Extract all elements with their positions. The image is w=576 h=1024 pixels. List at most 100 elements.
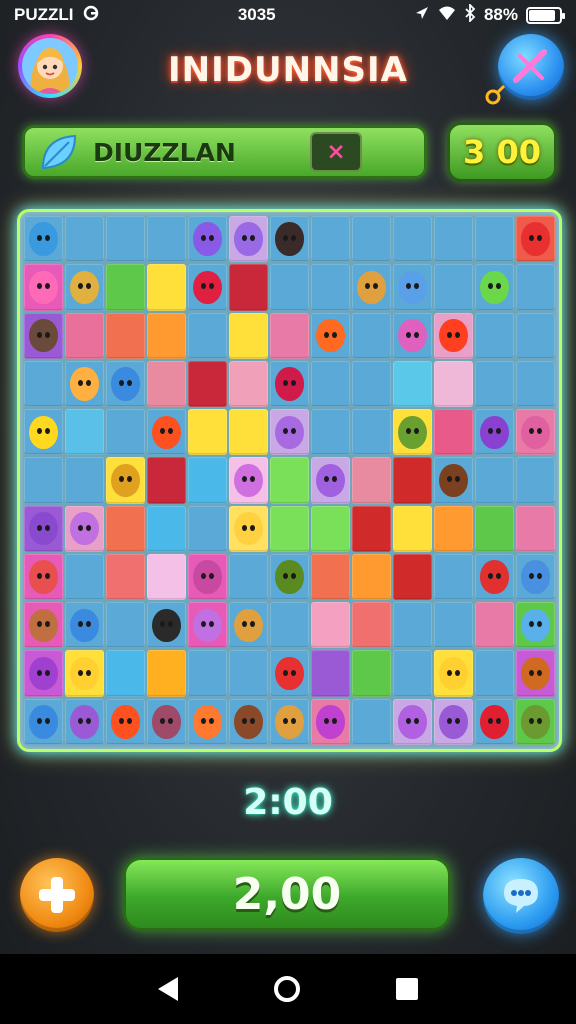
puzzle-piece[interactable]: [24, 264, 63, 311]
puzzle-piece[interactable]: [352, 312, 391, 359]
puzzle-piece[interactable]: [270, 650, 309, 697]
puzzle-piece[interactable]: [311, 457, 350, 504]
puzzle-piece[interactable]: [352, 216, 391, 263]
puzzle-piece[interactable]: [516, 409, 555, 456]
puzzle-piece[interactable]: [311, 698, 350, 745]
puzzle-piece[interactable]: [352, 360, 391, 408]
puzzle-piece[interactable]: [147, 409, 186, 456]
puzzle-piece[interactable]: [24, 312, 63, 359]
puzzle-piece[interactable]: [147, 553, 186, 601]
tools-button[interactable]: [498, 34, 564, 100]
puzzle-piece[interactable]: [393, 602, 432, 649]
puzzle-piece[interactable]: [434, 698, 473, 745]
puzzle-piece[interactable]: [147, 505, 186, 552]
puzzle-piece[interactable]: [475, 312, 514, 359]
puzzle-piece[interactable]: [270, 409, 309, 456]
puzzle-piece[interactable]: [229, 457, 268, 504]
puzzle-piece[interactable]: [311, 505, 350, 552]
puzzle-piece[interactable]: [393, 698, 432, 745]
puzzle-piece[interactable]: [188, 264, 227, 311]
puzzle-piece[interactable]: [229, 409, 268, 456]
puzzle-piece[interactable]: [311, 650, 350, 697]
puzzle-piece[interactable]: [24, 698, 63, 745]
puzzle-piece[interactable]: [188, 457, 227, 504]
puzzle-piece[interactable]: [516, 698, 555, 745]
puzzle-piece[interactable]: [24, 216, 63, 263]
puzzle-piece[interactable]: [270, 505, 309, 552]
back-icon[interactable]: [158, 977, 178, 1001]
puzzle-piece[interactable]: [106, 553, 145, 601]
puzzle-piece[interactable]: [393, 360, 432, 408]
puzzle-piece[interactable]: [516, 553, 555, 601]
puzzle-piece[interactable]: [229, 312, 268, 359]
puzzle-piece[interactable]: [106, 650, 145, 697]
puzzle-piece[interactable]: [393, 312, 432, 359]
puzzle-piece[interactable]: [106, 360, 145, 408]
puzzle-piece[interactable]: [434, 216, 473, 263]
puzzle-piece[interactable]: [393, 457, 432, 504]
puzzle-piece[interactable]: [147, 264, 186, 311]
puzzle-piece[interactable]: [270, 312, 309, 359]
progress-tag[interactable]: ×: [310, 132, 362, 172]
puzzle-piece[interactable]: [434, 553, 473, 601]
puzzle-piece[interactable]: [516, 312, 555, 359]
puzzle-piece[interactable]: [65, 505, 104, 552]
puzzle-piece[interactable]: [229, 602, 268, 649]
puzzle-piece[interactable]: [65, 264, 104, 311]
puzzle-piece[interactable]: [434, 360, 473, 408]
puzzle-piece[interactable]: [352, 457, 391, 504]
puzzle-piece[interactable]: [229, 505, 268, 552]
chat-button[interactable]: [483, 858, 559, 934]
puzzle-piece[interactable]: [311, 409, 350, 456]
puzzle-piece[interactable]: [65, 457, 104, 504]
puzzle-piece[interactable]: [106, 602, 145, 649]
puzzle-piece[interactable]: [434, 264, 473, 311]
puzzle-piece[interactable]: [24, 457, 63, 504]
puzzle-piece[interactable]: [106, 505, 145, 552]
puzzle-piece[interactable]: [229, 553, 268, 601]
puzzle-piece[interactable]: [475, 216, 514, 263]
puzzle-piece[interactable]: [188, 360, 227, 408]
puzzle-piece[interactable]: [270, 602, 309, 649]
puzzle-piece[interactable]: [434, 409, 473, 456]
puzzle-piece[interactable]: [475, 602, 514, 649]
puzzle-piece[interactable]: [106, 312, 145, 359]
puzzle-piece[interactable]: [229, 264, 268, 311]
puzzle-piece[interactable]: [516, 360, 555, 408]
puzzle-piece[interactable]: [147, 216, 186, 263]
puzzle-piece[interactable]: [24, 553, 63, 601]
recent-apps-icon[interactable]: [396, 978, 418, 1000]
puzzle-piece[interactable]: [475, 650, 514, 697]
puzzle-piece[interactable]: [270, 457, 309, 504]
puzzle-piece[interactable]: [270, 698, 309, 745]
puzzle-piece[interactable]: [188, 505, 227, 552]
puzzle-piece[interactable]: [229, 650, 268, 697]
puzzle-piece[interactable]: [24, 505, 63, 552]
puzzle-piece[interactable]: [147, 312, 186, 359]
puzzle-piece[interactable]: [352, 553, 391, 601]
puzzle-piece[interactable]: [475, 553, 514, 601]
puzzle-piece[interactable]: [188, 698, 227, 745]
puzzle-piece[interactable]: [311, 553, 350, 601]
puzzle-piece[interactable]: [352, 409, 391, 456]
puzzle-piece[interactable]: [516, 264, 555, 311]
puzzle-piece[interactable]: [65, 312, 104, 359]
puzzle-piece[interactable]: [229, 698, 268, 745]
puzzle-piece[interactable]: [516, 650, 555, 697]
puzzle-piece[interactable]: [147, 698, 186, 745]
puzzle-piece[interactable]: [516, 602, 555, 649]
puzzle-piece[interactable]: [65, 602, 104, 649]
puzzle-piece[interactable]: [106, 457, 145, 504]
puzzle-piece[interactable]: [475, 457, 514, 504]
puzzle-piece[interactable]: [393, 264, 432, 311]
puzzle-piece[interactable]: [393, 409, 432, 456]
puzzle-piece[interactable]: [188, 312, 227, 359]
puzzle-piece[interactable]: [475, 505, 514, 552]
puzzle-piece[interactable]: [147, 650, 186, 697]
puzzle-piece[interactable]: [147, 360, 186, 408]
puzzle-piece[interactable]: [65, 360, 104, 408]
puzzle-piece[interactable]: [352, 505, 391, 552]
puzzle-piece[interactable]: [311, 264, 350, 311]
home-icon[interactable]: [274, 976, 300, 1002]
puzzle-piece[interactable]: [311, 312, 350, 359]
